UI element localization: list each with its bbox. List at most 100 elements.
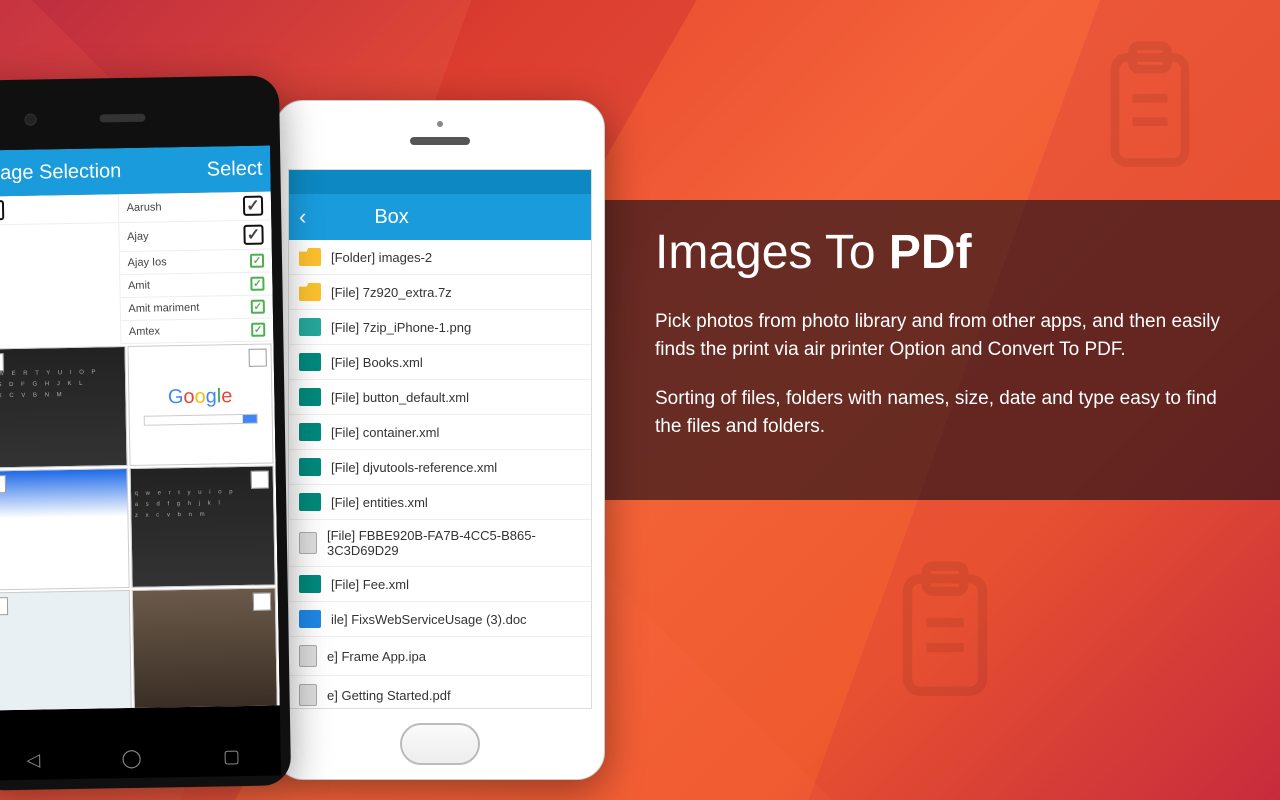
file-row[interactable]: ile] FixsWebServiceUsage (3).doc — [289, 602, 591, 637]
statusbar — [289, 170, 591, 194]
xml-icon — [299, 423, 321, 441]
contact-name: Amit mariment — [128, 301, 243, 315]
contacts-list: Aarush✓Ajay✓Ajay Ios✓Amit✓Amit mariment✓… — [117, 191, 273, 344]
earpiece — [99, 114, 145, 123]
file-label: [File] button_default.xml — [331, 390, 469, 405]
xml-icon — [299, 493, 321, 511]
file-icon — [299, 532, 317, 554]
img-icon — [299, 318, 321, 336]
file-label: [File] entities.xml — [331, 495, 428, 510]
headline-bold: PDf — [889, 226, 972, 279]
contact-row[interactable]: Amtex ✓ — [121, 318, 274, 344]
thumbnail-grid: Q W E R T Y U I O PA S D F G H J K LZ X … — [0, 341, 280, 710]
doc-icon — [299, 610, 321, 628]
clipboard-icon — [870, 560, 1020, 710]
file-label: [File] Books.xml — [331, 355, 423, 370]
xml-icon — [299, 353, 321, 371]
camera-dot — [24, 114, 36, 126]
file-label: e] Getting Started.pdf — [327, 688, 451, 703]
file-row[interactable]: [File] entities.xml — [289, 485, 591, 520]
contact-row[interactable]: Ajay Ios✓ — [119, 249, 272, 275]
thumbnail-keyboard[interactable]: q w e r t y u i o pa s d f g h j k lz x … — [129, 465, 276, 588]
file-label: e] Frame App.ipa — [327, 649, 426, 664]
thumbnail-share-panel[interactable]: Share Facebook Twitter — [133, 709, 279, 710]
file-icon — [299, 684, 317, 706]
xml-icon — [299, 458, 321, 476]
contact-name: Ajay — [127, 229, 236, 243]
checkbox-icon[interactable]: ✓ — [243, 225, 263, 245]
contact-name: Amtex — [129, 324, 244, 338]
google-logo: Google — [168, 385, 233, 409]
image-selection-header: mage Selection Select — [0, 145, 271, 196]
contact-row[interactable]: Amit ✓ — [120, 272, 273, 298]
image-selection-body: ✓ Aarush✓Ajay✓Ajay Ios✓Amit✓Amit marimen… — [0, 191, 280, 710]
description-1: Pick photos from photo library and from … — [655, 308, 1230, 363]
file-row[interactable]: [File] FBBE920B-FA7B-4CC5-B865-3C3D69D29 — [289, 520, 591, 567]
search-bar-preview — [143, 413, 257, 425]
clipboard-icon — [1080, 40, 1220, 180]
headline-prefix: Images To — [655, 226, 889, 279]
checkbox-icon[interactable]: ✓ — [251, 300, 265, 314]
sensor — [437, 121, 443, 127]
checkbox-icon[interactable]: ✓ — [250, 254, 264, 268]
contact-row[interactable]: Ajay ✓ — [119, 220, 272, 252]
file-row[interactable]: [File] Fee.xml — [289, 567, 591, 602]
checkbox-icon[interactable]: ✓ — [243, 196, 263, 216]
thumbnail-app[interactable] — [0, 468, 129, 591]
contact-name: Aarush — [127, 200, 236, 214]
contact-row[interactable]: Amit mariment ✓ — [120, 295, 273, 321]
checkbox-icon[interactable]: ✓ — [0, 200, 4, 220]
select-button[interactable]: Select — [207, 157, 263, 181]
file-icon — [299, 645, 317, 667]
headline: Images To PDf — [655, 225, 1230, 280]
file-label: [Folder] images-2 — [331, 250, 432, 265]
description-2: Sorting of files, folders with names, si… — [655, 385, 1230, 440]
marketing-copy: Images To PDf Pick photos from photo lib… — [655, 225, 1230, 462]
file-row[interactable]: [File] container.xml — [289, 415, 591, 450]
device-black-phone: mage Selection Select ✓ Aarush✓Ajay✓Ajay… — [0, 75, 291, 790]
box-title: Box — [374, 206, 408, 229]
thumb-checkbox[interactable] — [0, 597, 8, 615]
thumbnail-keyboard[interactable]: Q W E R T Y U I O PA S D F G H J K LZ X … — [0, 346, 127, 469]
folder-icon — [299, 248, 321, 266]
file-row[interactable]: [File] 7z920_extra.7z — [289, 275, 591, 310]
file-row[interactable]: [File] 7zip_iPhone-1.png — [289, 310, 591, 345]
file-row[interactable]: [File] button_default.xml — [289, 380, 591, 415]
file-row[interactable]: [Folder] images-2 — [289, 240, 591, 275]
box-header: ‹ Box — [289, 194, 591, 240]
screen-box-app: ‹ Box [Folder] images-2 [File] 7z920_extr… — [288, 169, 592, 709]
thumbnail-photo[interactable] — [0, 590, 131, 711]
speaker — [410, 137, 470, 145]
xml-icon — [299, 575, 321, 593]
thumbnail-photo[interactable] — [131, 587, 278, 710]
checkbox-icon[interactable]: ✓ — [251, 323, 265, 337]
xml-icon — [299, 388, 321, 406]
device-white-phone: ‹ Box [Folder] images-2 [File] 7z920_extr… — [275, 100, 605, 780]
thumb-checkbox[interactable] — [0, 475, 6, 493]
home-nav-icon[interactable]: ◯ — [121, 747, 142, 768]
back-nav-icon[interactable]: ◁ — [26, 749, 40, 770]
file-list[interactable]: [Folder] images-2 [File] 7z920_extra.7z [F… — [289, 240, 591, 708]
file-label: [File] Fee.xml — [331, 577, 409, 592]
file-label: [File] FBBE920B-FA7B-4CC5-B865-3C3D69D29 — [327, 528, 581, 558]
file-row[interactable]: [File] djvutools-reference.xml — [289, 450, 591, 485]
checkbox-icon[interactable]: ✓ — [250, 277, 264, 291]
contact-row[interactable]: ✓ — [0, 194, 118, 225]
contact-row[interactable]: Aarush ✓ — [118, 191, 271, 223]
file-row[interactable]: [File] Books.xml — [289, 345, 591, 380]
file-row[interactable]: e] Getting Started.pdf — [289, 676, 591, 708]
file-label: ile] FixsWebServiceUsage (3).doc — [331, 612, 527, 627]
contact-name: Amit — [128, 278, 243, 292]
header-title: mage Selection — [0, 160, 122, 185]
back-icon[interactable]: ‹ — [299, 204, 306, 230]
android-navbar: ◁ ◯ ▢ — [0, 735, 281, 780]
file-label: [File] 7zip_iPhone-1.png — [331, 320, 471, 335]
thumbnail-google[interactable]: Google — [127, 343, 274, 466]
thumb-checkbox[interactable] — [249, 349, 267, 367]
home-button[interactable] — [400, 723, 480, 765]
recent-nav-icon[interactable]: ▢ — [223, 746, 240, 767]
file-label: [File] 7z920_extra.7z — [331, 285, 452, 300]
file-label: [File] djvutools-reference.xml — [331, 460, 497, 475]
thumb-checkbox[interactable] — [253, 593, 271, 611]
file-row[interactable]: e] Frame App.ipa — [289, 637, 591, 676]
